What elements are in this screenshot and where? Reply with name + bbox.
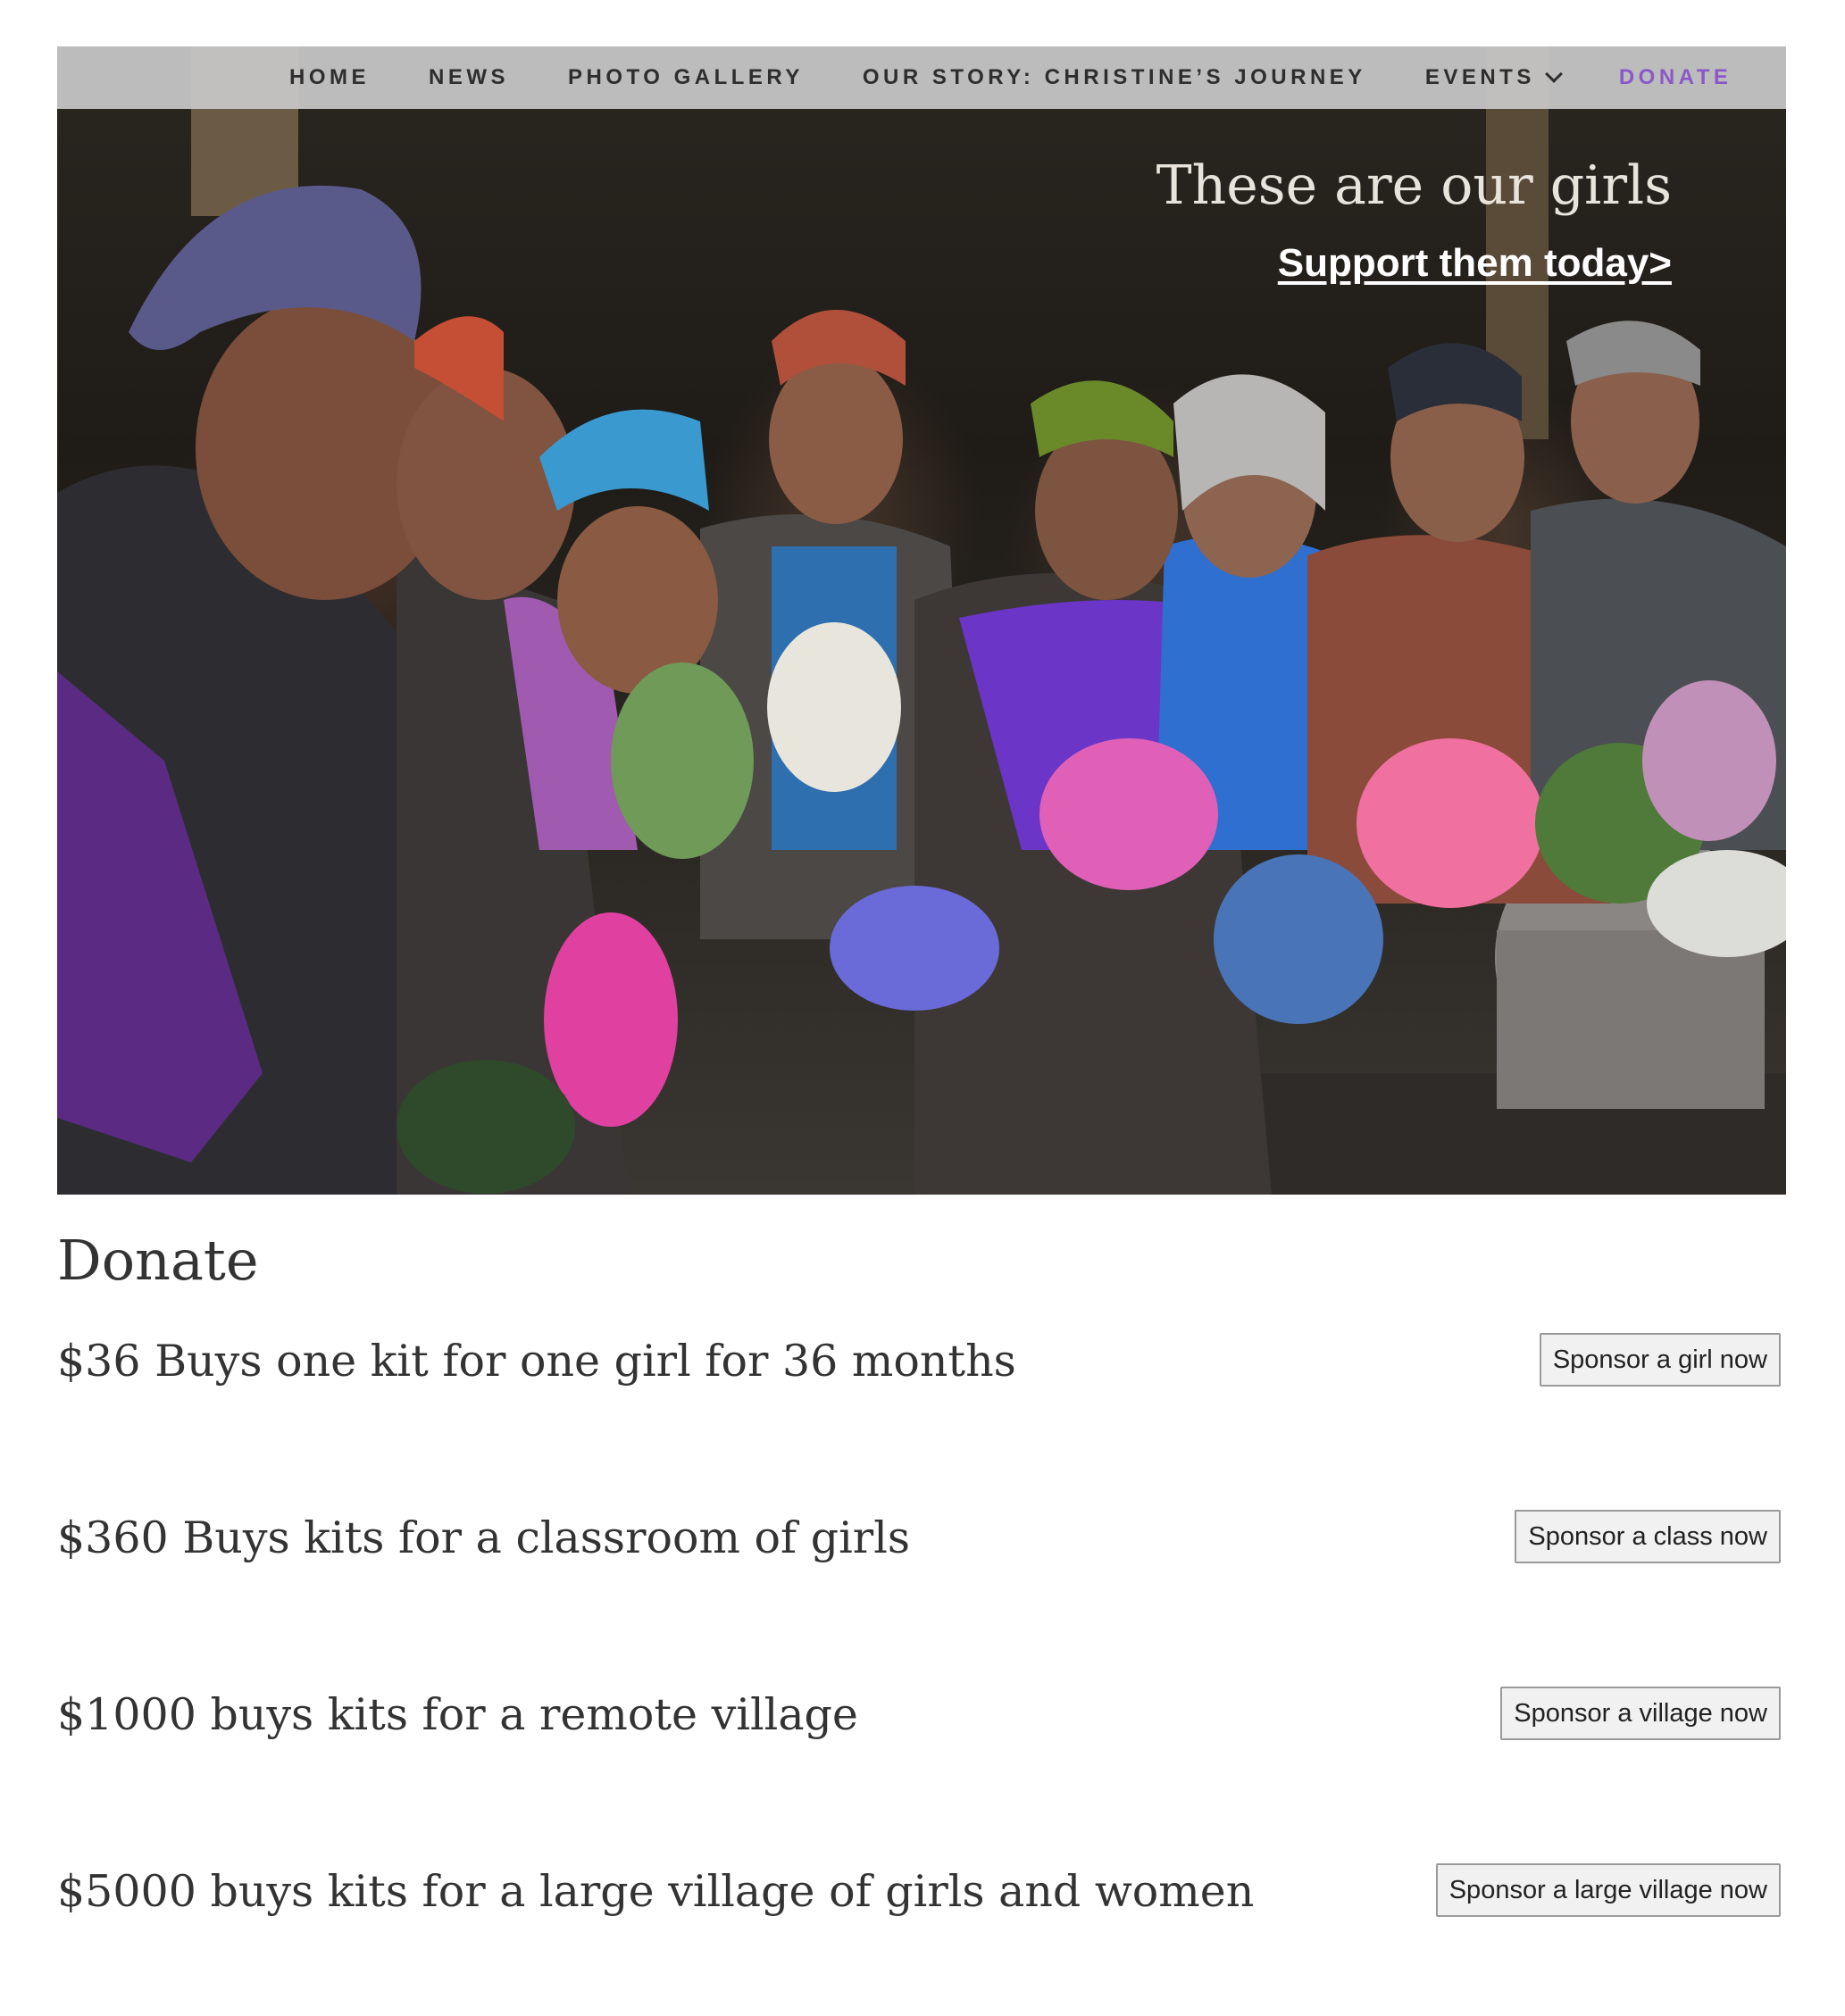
sponsor-village-button[interactable]: Sponsor a village now <box>1500 1687 1781 1740</box>
nav-item-events[interactable]: EVENTS <box>1424 65 1563 90</box>
sponsor-girl-button[interactable]: Sponsor a girl now <box>1539 1333 1781 1387</box>
nav-item-news[interactable]: NEWS <box>429 65 509 90</box>
nav-item-label: PHOTO GALLERY <box>568 65 804 89</box>
donate-option-text: $1000 buys kits for a remote village <box>57 1689 858 1740</box>
donate-option-text: $36 Buys one kit for one girl for 36 mon… <box>57 1336 1016 1387</box>
hero-title: These are our girls <box>1156 154 1672 217</box>
support-link[interactable]: Support them today> <box>1278 241 1672 286</box>
sponsor-large-village-button[interactable]: Sponsor a large village now <box>1435 1863 1781 1917</box>
donate-option-text: $5000 buys kits for a large village of g… <box>57 1866 1255 1917</box>
hero-banner: These are our girls Support them today> <box>57 46 1786 1195</box>
nav-item-donate[interactable]: DONATE <box>1619 65 1732 90</box>
page-title: Donate <box>57 1228 259 1293</box>
nav-item-label: HOME <box>289 65 370 89</box>
nav-item-label: OUR STORY: CHRISTINE’S JOURNEY <box>862 65 1366 89</box>
donate-option-text: $360 Buys kits for a classroom of girls <box>57 1512 911 1563</box>
chevron-down-icon <box>1544 65 1563 83</box>
nav-item-label: NEWS <box>429 65 509 89</box>
nav-item-home[interactable]: HOME <box>289 65 370 90</box>
main-nav: HOME NEWS PHOTO GALLERY OUR STORY: CHRIS… <box>57 46 1786 109</box>
donate-option: $1000 buys kits for a remote village Spo… <box>57 1684 1781 1746</box>
nav-item-label: EVENTS <box>1424 65 1535 89</box>
nav-item-label: DONATE <box>1618 65 1732 89</box>
donate-option: $360 Buys kits for a classroom of girls … <box>57 1507 1781 1570</box>
donate-option: $5000 buys kits for a large village of g… <box>57 1861 1781 1923</box>
nav-list: HOME NEWS PHOTO GALLERY OUR STORY: CHRIS… <box>289 46 1732 109</box>
sponsor-class-button[interactable]: Sponsor a class now <box>1515 1510 1781 1563</box>
nav-item-our-story[interactable]: OUR STORY: CHRISTINE’S JOURNEY <box>863 65 1366 90</box>
hero-caption: These are our girls Support them today> <box>1156 154 1672 286</box>
donate-option: $36 Buys one kit for one girl for 36 mon… <box>57 1330 1781 1393</box>
nav-item-photo-gallery[interactable]: PHOTO GALLERY <box>568 65 804 90</box>
